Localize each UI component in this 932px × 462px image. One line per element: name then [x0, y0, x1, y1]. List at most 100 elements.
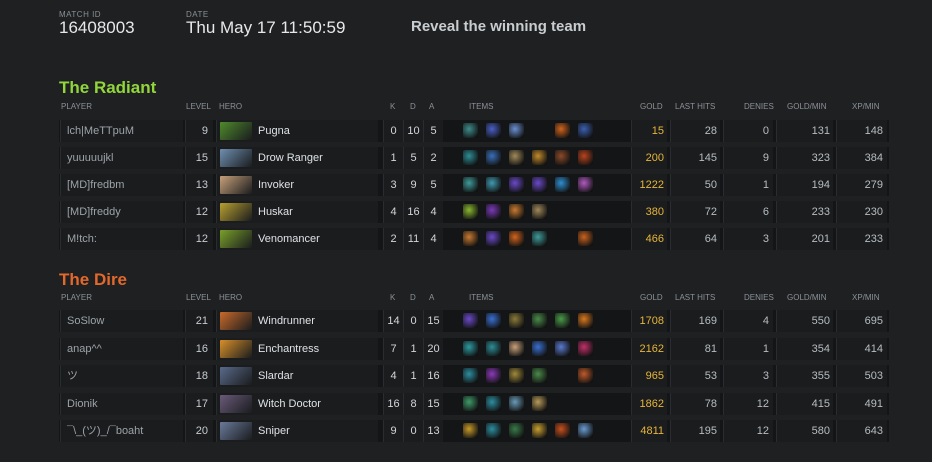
item-icon[interactable]: [486, 368, 501, 383]
item-icon[interactable]: [463, 204, 478, 219]
reveal-winning-team-button[interactable]: Reveal the winning team: [411, 18, 586, 35]
item-icon[interactable]: [486, 395, 501, 411]
player-row[interactable]: M!tch: 12 Venomancer 2 11 4 466 64 3 201 233: [59, 228, 889, 250]
item-icon[interactable]: [555, 123, 570, 138]
column-header-last-hits: LAST HITS: [675, 293, 716, 302]
item-icon[interactable]: [463, 395, 478, 411]
item-icon[interactable]: [509, 177, 524, 192]
item-icon[interactable]: [463, 368, 478, 383]
gold-per-min-value: 233: [776, 201, 833, 223]
item-icon[interactable]: [509, 150, 524, 165]
player-name[interactable]: ツ: [60, 365, 183, 387]
player-name[interactable]: lch|MeTTpuM: [60, 120, 183, 142]
item-icon[interactable]: [509, 313, 524, 328]
stat-d: 16: [403, 201, 423, 223]
item-icon[interactable]: [532, 395, 547, 411]
item-icon[interactable]: [532, 204, 547, 219]
player-row[interactable]: ツ 18 Slardar 4 1 16 965 53 3 355 503: [59, 365, 889, 387]
item-icon[interactable]: [509, 340, 524, 356]
hero-cell[interactable]: Invoker: [216, 174, 378, 196]
player-name[interactable]: [MD]fredbm: [60, 174, 183, 196]
item-icon[interactable]: [486, 204, 501, 219]
player-level: 16: [185, 337, 213, 360]
item-icon[interactable]: [463, 123, 478, 138]
items-cell: [459, 228, 629, 250]
player-row[interactable]: ¯\_(ツ)_/¯boaht 20 Sniper 9 0 13 4811 195 12 580 64…: [59, 420, 889, 442]
item-icon[interactable]: [486, 123, 501, 138]
item-icon[interactable]: [555, 177, 570, 192]
player-row[interactable]: [MD]fredbm 13 Invoker 3 9 5 1222 50 1 194 279: [59, 174, 889, 196]
item-icon[interactable]: [555, 423, 570, 438]
item-icon[interactable]: [578, 423, 593, 438]
item-icon[interactable]: [555, 150, 570, 165]
hero-cell[interactable]: Windrunner: [216, 310, 378, 332]
item-icon[interactable]: [578, 313, 593, 328]
last-hits-value: 195: [670, 420, 720, 442]
player-name[interactable]: M!tch:: [60, 228, 183, 250]
item-icon[interactable]: [509, 231, 524, 246]
player-name[interactable]: SoSlow: [60, 310, 183, 332]
player-row[interactable]: Dionik 17 Witch Doctor 16 8 15 1862 78 12 415 491: [59, 392, 889, 415]
item-icon[interactable]: [555, 313, 570, 328]
player-name[interactable]: ¯\_(ツ)_/¯boaht: [60, 420, 183, 442]
item-icon[interactable]: [578, 340, 593, 356]
last-hits-value: 169: [670, 310, 720, 332]
player-name[interactable]: yuuuuujkl: [60, 147, 183, 169]
player-row[interactable]: [MD]freddy 12 Huskar 4 16 4 380 72 6 233 230: [59, 201, 889, 223]
item-icon[interactable]: [463, 313, 478, 328]
item-icon[interactable]: [532, 340, 547, 356]
player-row[interactable]: lch|MeTTpuM 9 Pugna 0 10 5 15 28 0 131 148: [59, 120, 889, 142]
item-icon[interactable]: [532, 368, 547, 383]
item-icon[interactable]: [463, 423, 478, 438]
item-icon[interactable]: [486, 340, 501, 356]
item-icon[interactable]: [532, 231, 547, 246]
item-icon[interactable]: [509, 204, 524, 219]
item-icon[interactable]: [509, 395, 524, 411]
hero-cell[interactable]: Pugna: [216, 120, 378, 142]
hero-cell[interactable]: Slardar: [216, 365, 378, 387]
column-header-last-hits: LAST HITS: [675, 102, 716, 111]
item-icon[interactable]: [578, 231, 593, 246]
item-icon[interactable]: [463, 340, 478, 356]
item-icon[interactable]: [486, 177, 501, 192]
item-icon[interactable]: [578, 150, 593, 165]
hero-cell[interactable]: Witch Doctor: [216, 392, 378, 415]
item-icon[interactable]: [486, 313, 501, 328]
player-name[interactable]: [MD]freddy: [60, 201, 183, 223]
item-icon[interactable]: [463, 177, 478, 192]
hero-cell[interactable]: Sniper: [216, 420, 378, 442]
hero-cell[interactable]: Drow Ranger: [216, 147, 378, 169]
item-icon[interactable]: [578, 368, 593, 383]
xp-per-min-value: 230: [836, 201, 887, 223]
player-row[interactable]: SoSlow 21 Windrunner 14 0 15 1708 169 4 550 695: [59, 310, 889, 332]
hero-name: Huskar: [258, 206, 293, 218]
player-name[interactable]: anap^^: [60, 337, 183, 360]
item-icon[interactable]: [486, 150, 501, 165]
item-icon[interactable]: [509, 368, 524, 383]
item-icon[interactable]: [578, 177, 593, 192]
gold-per-min-value: 323: [776, 147, 833, 169]
item-icon[interactable]: [532, 423, 547, 438]
hero-cell[interactable]: Huskar: [216, 201, 378, 223]
item-icon[interactable]: [486, 231, 501, 246]
gold-value: 466: [631, 228, 667, 250]
player-row[interactable]: yuuuuujkl 15 Drow Ranger 1 5 2 200 145 9 323 384: [59, 147, 889, 169]
item-icon[interactable]: [509, 123, 524, 138]
gold-per-min-value: 201: [776, 228, 833, 250]
player-row[interactable]: anap^^ 16 Enchantress 7 1 20 2162 81 1 354 414: [59, 337, 889, 360]
item-icon[interactable]: [532, 150, 547, 165]
column-header-gold-min: GOLD/MIN: [787, 293, 827, 302]
item-icon[interactable]: [463, 231, 478, 246]
item-icon[interactable]: [532, 177, 547, 192]
item-icon[interactable]: [486, 423, 501, 438]
hero-cell[interactable]: Venomancer: [216, 228, 378, 250]
item-icon[interactable]: [463, 150, 478, 165]
item-icon[interactable]: [532, 313, 547, 328]
item-icon[interactable]: [509, 423, 524, 438]
player-name[interactable]: Dionik: [60, 392, 183, 415]
drow-ranger-portrait-icon: [220, 149, 252, 167]
item-icon[interactable]: [578, 123, 593, 138]
column-header-xp-min: XP/MIN: [852, 102, 880, 111]
hero-cell[interactable]: Enchantress: [216, 337, 378, 360]
item-icon[interactable]: [555, 340, 570, 356]
